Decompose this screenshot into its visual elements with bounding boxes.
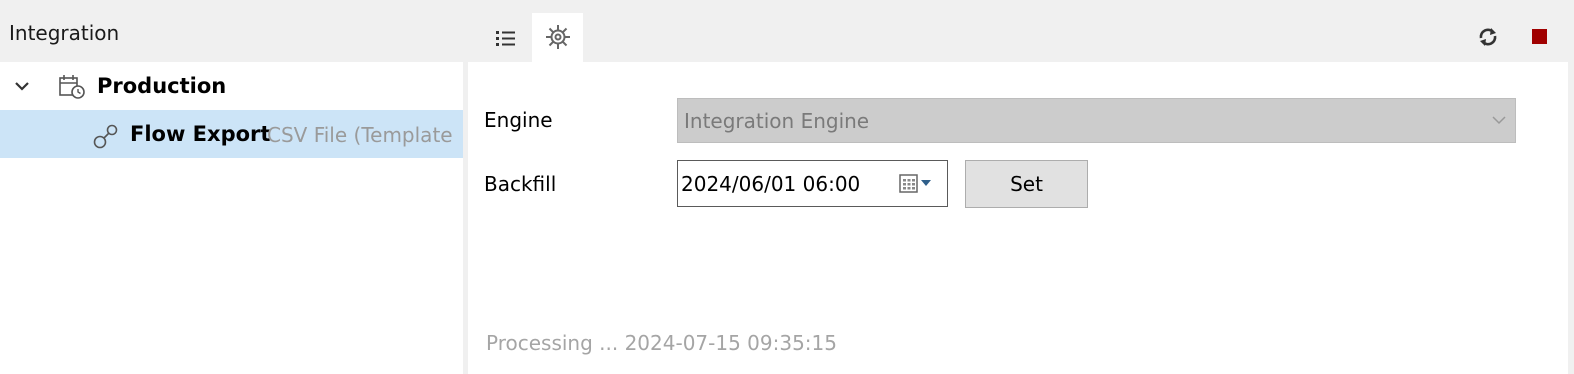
- panel-edge: [1568, 62, 1574, 374]
- tab-list[interactable]: [480, 13, 531, 62]
- backfill-date-value: 2024/06/01 06:00: [681, 172, 861, 196]
- engine-select-value: Integration Engine: [684, 109, 870, 133]
- set-button[interactable]: Set: [965, 160, 1088, 208]
- integration-window: Integration Production Flow Export CSV F…: [0, 0, 1574, 374]
- panel-title: Integration: [9, 21, 120, 45]
- engine-label: Engine: [484, 108, 553, 132]
- tree-item-label: Production: [97, 74, 227, 98]
- tree-item-label: Flow Export: [130, 122, 271, 146]
- tree-panel-header: Integration: [0, 0, 463, 62]
- tab-settings[interactable]: [532, 13, 583, 62]
- backfill-date-input[interactable]: 2024/06/01 06:00: [677, 160, 948, 207]
- flow-node-icon: [93, 124, 118, 149]
- chevron-down-icon[interactable]: [12, 76, 32, 96]
- backfill-label: Backfill: [484, 172, 557, 196]
- detail-panel-header: [463, 0, 1574, 62]
- tree-item-sublabel: CSV File (Template: [267, 123, 453, 147]
- tree-item-production[interactable]: Production: [0, 62, 463, 110]
- calendar-clock-icon: [59, 75, 85, 99]
- calendar-dropdown-icon[interactable]: [898, 173, 938, 195]
- stop-icon[interactable]: [1532, 29, 1547, 44]
- list-icon: [496, 31, 515, 46]
- status-text: Processing ... 2024-07-15 09:35:15: [486, 331, 837, 355]
- gear-icon: [546, 25, 570, 49]
- engine-select[interactable]: Integration Engine: [677, 98, 1516, 143]
- chevron-down-icon: [1492, 116, 1506, 125]
- refresh-icon[interactable]: [1476, 25, 1500, 49]
- tree-item-flow-export[interactable]: Flow Export CSV File (Template: [0, 110, 463, 158]
- tree-panel: Integration Production Flow Export CSV F…: [0, 0, 463, 374]
